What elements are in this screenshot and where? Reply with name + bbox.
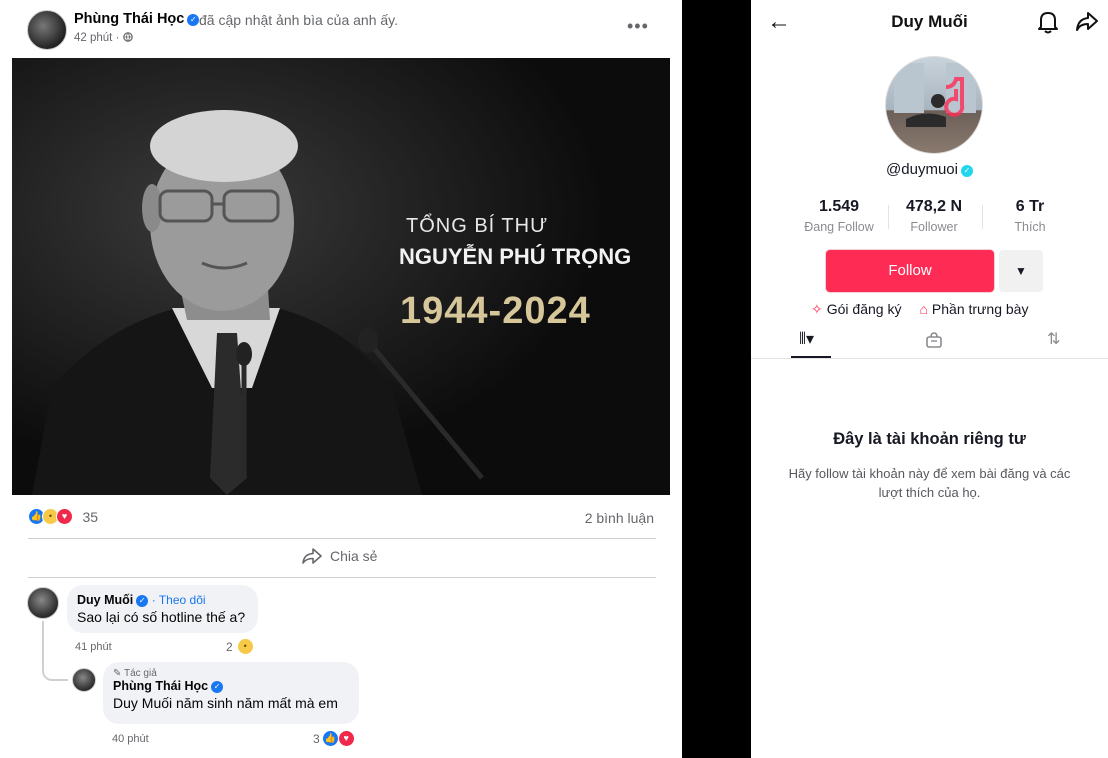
share-arrow-icon[interactable] [1075, 10, 1099, 34]
author-name[interactable]: Phùng Thái Học ✓ [74, 11, 200, 27]
comment-reactions[interactable]: 2 • [226, 638, 254, 655]
author-badge-text: Tác giả [123, 668, 157, 679]
comment-reaction-count: 2 [226, 639, 233, 654]
reaction-summary[interactable]: 👍 • ♥ 35 [28, 508, 98, 528]
comment-text: Sao lại có số hotline thế a? [77, 609, 246, 625]
subscription-label[interactable]: Gói đăng ký [827, 301, 902, 317]
stat-following-count: 1.549 [818, 198, 860, 215]
follow-link[interactable]: · Theo dõi [152, 593, 206, 607]
tab-reposts-icon[interactable]: ⇅ [1047, 329, 1060, 349]
divider [28, 577, 656, 578]
reply-reactions[interactable]: 3 👍 ♥ [313, 730, 355, 747]
comment-time[interactable]: 41 phút [75, 641, 112, 653]
stat-followers-label: Follower [910, 220, 958, 234]
reply-time[interactable]: 40 phút [112, 733, 149, 745]
profile-handle: @duymuoi ✓ [751, 161, 1108, 178]
facebook-post-panel: Phùng Thái Học ✓ đã cập nhật ảnh bìa của … [0, 0, 682, 758]
share-button[interactable]: Chia sẻ [302, 548, 377, 564]
sad-reaction-icon: • [236, 638, 254, 655]
stat-following-label: Đang Follow [804, 220, 874, 234]
portrait-illustration [12, 58, 670, 495]
stat-likes-count: 6 Tr [1015, 198, 1045, 215]
stat-followers-count: 478,2 N [905, 198, 963, 215]
post-action-text: đã cập nhật ảnh bìa của anh ấy. [199, 12, 399, 28]
reply-bubble: ✎ Tác giả Phùng Thái Học ✓ Duy Muối năm s… [103, 662, 359, 724]
share-label[interactable]: Chia sẻ [330, 548, 377, 564]
image-years: 1944-2024 [400, 290, 591, 332]
stat-following[interactable]: 1.549 Đang Follow [794, 198, 884, 234]
tiktok-profile-panel: ← Duy Muối @duymuoi ✓ 1.549 Đang Follow 4… [751, 0, 1108, 758]
image-title-line1: TỔNG BÍ THƯ [406, 215, 549, 237]
cover-photo[interactable]: TỔNG BÍ THƯ NGUYỄN PHÚ TRỌNG 1944-2024 [12, 58, 670, 495]
suggested-accounts-button[interactable]: ▼ [999, 250, 1043, 292]
avatar-photo [894, 63, 976, 127]
verified-icon: ✓ [136, 595, 149, 607]
reply-reaction-count: 3 [313, 731, 320, 746]
showcase-link[interactable]: ⌂ Phần trưng bày [919, 301, 1028, 318]
reply-thread-line [42, 621, 68, 681]
subscription-link[interactable]: ✧ Gói đăng ký [811, 301, 901, 318]
more-options-icon[interactable]: ••• [627, 16, 649, 37]
verified-icon: ✓ [187, 14, 200, 26]
globe-icon [122, 32, 133, 42]
active-tab-indicator [791, 356, 831, 358]
commenter-name-text[interactable]: Duy Muối [77, 593, 133, 607]
commenter-avatar[interactable] [27, 587, 59, 619]
stat-likes-label: Thích [1014, 220, 1046, 234]
post-time[interactable]: 42 phút · [74, 32, 133, 44]
stat-followers[interactable]: 478,2 N Follower [889, 198, 979, 234]
private-account-title: Đây là tài khoản riêng tư [833, 430, 1026, 448]
stat-likes[interactable]: 6 Tr Thích [985, 198, 1075, 234]
reply-avatar[interactable] [72, 668, 96, 692]
author-badge: ✎ Tác giả [113, 668, 157, 679]
reply-author-name-text[interactable]: Phùng Thái Học [113, 679, 208, 693]
private-account-message: Hãy follow tài khoản này để xem bài đăng… [788, 466, 1071, 500]
follow-button[interactable]: Follow [826, 250, 994, 292]
love-reaction-icon: ♥ [337, 730, 355, 747]
share-icon [302, 548, 322, 564]
like-reaction-icon: 👍 [321, 730, 339, 747]
reply-author-name[interactable]: Phùng Thái Học ✓ [113, 679, 349, 693]
image-title-line2: NGUYỄN PHÚ TRỌNG [399, 244, 632, 269]
profile-handle-text: @duymuoi [886, 161, 958, 178]
comment-bubble: Duy Muối ✓ · Theo dõi Sao lại có số hotli… [67, 585, 258, 633]
divider [28, 538, 656, 539]
author-avatar[interactable] [27, 10, 67, 50]
caret-down-icon: ▼ [1015, 264, 1027, 278]
showcase-label[interactable]: Phần trưng bày [932, 301, 1029, 317]
tab-shop-bag-icon[interactable] [925, 331, 943, 349]
author-name-text[interactable]: Phùng Thái Học [74, 11, 184, 27]
reply-text: Duy Muối năm sinh năm mất mà em [113, 695, 338, 711]
stat-separator [982, 205, 983, 229]
profile-links: ✧ Gói đăng ký ⌂ Phần trưng bày [811, 301, 1028, 318]
verified-icon: ✓ [211, 681, 224, 693]
reaction-count: 35 [82, 508, 99, 525]
bell-icon[interactable] [1037, 10, 1059, 34]
love-reaction-icon: ♥ [56, 508, 73, 526]
commenter-name[interactable]: Duy Muối ✓ · Theo dõi [77, 593, 248, 607]
comment-count[interactable]: 2 bình luận [585, 510, 654, 526]
post-time-text[interactable]: 42 phút · [74, 32, 119, 44]
profile-tabs: ⦀▾ ⇅ [751, 325, 1108, 359]
tab-videos-grid-icon[interactable]: ⦀▾ [799, 329, 814, 349]
profile-avatar[interactable] [885, 56, 983, 154]
verified-icon: ✓ [960, 165, 973, 177]
shopping-bag-icon: ⌂ [919, 301, 928, 317]
subscription-icon: ✧ [811, 301, 823, 317]
